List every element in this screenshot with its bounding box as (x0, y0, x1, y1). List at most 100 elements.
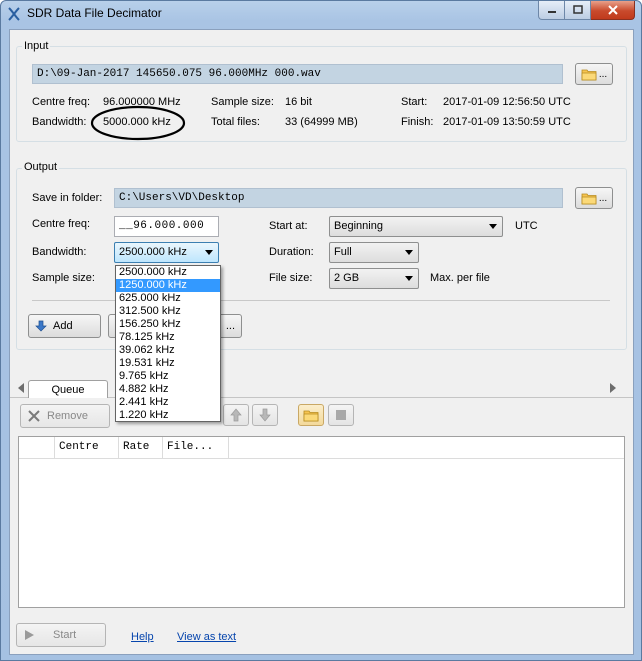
save-folder-label: Save in folder: (32, 192, 103, 204)
input-start-label: Start: (401, 96, 428, 108)
chevron-down-icon (205, 250, 213, 255)
max-per-file-label: Max. per file (430, 272, 490, 284)
chevron-down-icon (489, 224, 497, 229)
stop-icon (336, 410, 346, 420)
column-header[interactable] (19, 437, 55, 459)
input-sample-size-label: Sample size: (211, 96, 274, 108)
remove-icon (28, 410, 40, 422)
minimize-button[interactable] (538, 1, 565, 20)
close-icon (607, 5, 618, 15)
input-bandwidth-label: Bandwidth: (32, 116, 87, 128)
input-finish-label: Finish: (401, 116, 434, 128)
bandwidth-option[interactable]: 156.250 kHz (116, 318, 220, 331)
input-browse-button[interactable]: ... (575, 63, 613, 85)
folder-icon (581, 69, 597, 80)
output-centre-freq-label: Centre freq: (32, 218, 91, 230)
input-browse-label: ... (598, 68, 608, 80)
close-button[interactable] (591, 1, 635, 20)
utc-label: UTC (515, 220, 538, 232)
output-sample-size-label: Sample size: (32, 272, 95, 284)
tab-strip: Queue (10, 378, 633, 399)
bandwidth-option[interactable]: 9.765 kHz (116, 370, 220, 383)
output-group-title: Output (22, 161, 60, 173)
stop-button[interactable] (328, 404, 354, 426)
bandwidth-option[interactable]: 1250.000 kHz (116, 279, 220, 292)
arrow-down-icon (35, 320, 47, 332)
bandwidth-option[interactable]: 19.531 kHz (116, 357, 220, 370)
start-at-value: Beginning (334, 220, 383, 232)
chevron-down-icon (405, 250, 413, 255)
remove-button-label: Remove (47, 410, 88, 422)
move-up-button[interactable] (223, 404, 249, 426)
minimize-icon (547, 11, 556, 13)
add-button-label: Add (53, 320, 73, 332)
title-bar[interactable]: SDR Data File Decimator (1, 1, 641, 27)
arrow-up-icon (230, 408, 242, 422)
queue-toolbar: Remove (10, 398, 633, 432)
bandwidth-option[interactable]: 312.500 kHz (116, 305, 220, 318)
move-down-button[interactable] (252, 404, 278, 426)
output-centre-freq-input[interactable]: __96.000.000 (114, 216, 219, 237)
file-size-select[interactable]: 2 GB (329, 268, 419, 289)
input-centre-freq-label: Centre freq: (32, 96, 91, 108)
hidden-action-label: ... (225, 320, 235, 332)
output-browse-label: ... (598, 192, 608, 204)
column-header-centre[interactable]: Centre (55, 437, 119, 459)
queue-table[interactable]: Centre Rate File... (18, 436, 625, 608)
file-size-value: 2 GB (334, 272, 360, 284)
start-button[interactable]: Start (16, 623, 106, 647)
folder-icon (581, 193, 597, 204)
help-link[interactable]: Help (131, 631, 154, 643)
column-header-rate[interactable]: Rate (119, 437, 163, 459)
bandwidth-option[interactable]: 2500.000 kHz (116, 266, 220, 279)
add-button[interactable]: Add (28, 314, 101, 338)
start-button-label: Start (53, 629, 77, 641)
bandwidth-option[interactable]: 625.000 kHz (116, 292, 220, 305)
output-bandwidth-select[interactable]: 2500.000 kHz (114, 242, 219, 263)
chevron-down-icon (405, 276, 413, 281)
client-area: Input D:\09-Jan-2017 145650.075 96.000MH… (9, 29, 634, 655)
input-file-path: D:\09-Jan-2017 145650.075 96.000MHz 000.… (32, 64, 563, 84)
duration-value: Full (334, 246, 352, 258)
tab-queue-label: Queue (51, 384, 85, 396)
file-size-label: File size: (269, 272, 313, 284)
window-controls (538, 1, 635, 21)
input-total-files-value: 33 (64999 MB) (285, 116, 358, 128)
input-total-files-label: Total files: (211, 116, 260, 128)
tab-queue[interactable]: Queue (28, 380, 108, 399)
open-folder-button[interactable] (298, 404, 324, 426)
tab-scroll-right-icon[interactable] (610, 383, 616, 393)
remove-button[interactable]: Remove (20, 404, 110, 428)
bandwidth-option[interactable]: 4.882 kHz (116, 383, 220, 396)
hand-drawn-circle-annotation (90, 105, 186, 141)
output-browse-button[interactable]: ... (575, 187, 613, 209)
bandwidth-option[interactable]: 39.062 kHz (116, 344, 220, 357)
output-bandwidth-label: Bandwidth: (32, 246, 87, 258)
arrow-down-icon (259, 408, 271, 422)
save-folder-path: C:\Users\VD\Desktop (114, 188, 563, 208)
play-icon (25, 630, 34, 640)
bandwidth-option[interactable]: 78.125 kHz (116, 331, 220, 344)
input-sample-size-value: 16 bit (285, 96, 312, 108)
duration-select[interactable]: Full (329, 242, 419, 263)
input-start-value: 2017-01-09 12:56:50 UTC (443, 96, 571, 108)
bandwidth-dropdown-list[interactable]: 2500.000 kHz 1250.000 kHz 625.000 kHz 312.5… (115, 265, 221, 422)
window-title: SDR Data File Decimator (27, 6, 162, 20)
app-window: SDR Data File Decimator Input D:\09-Jan-… (0, 0, 642, 661)
output-bandwidth-value: 2500.000 kHz (119, 246, 187, 258)
tab-scroll-left-icon[interactable] (18, 383, 24, 393)
column-header-file[interactable]: File... (163, 437, 229, 459)
bandwidth-option[interactable]: 1.220 kHz (116, 409, 220, 422)
start-at-label: Start at: (269, 220, 308, 232)
view-as-text-link[interactable]: View as text (177, 631, 236, 643)
app-icon (8, 7, 20, 21)
queue-table-header: Centre Rate File... (19, 437, 624, 459)
folder-icon (303, 410, 319, 421)
duration-label: Duration: (269, 246, 314, 258)
bandwidth-option[interactable]: 2.441 kHz (116, 396, 220, 409)
input-finish-value: 2017-01-09 13:50:59 UTC (443, 116, 571, 128)
input-group-title: Input (22, 40, 51, 52)
maximize-icon (572, 5, 583, 14)
maximize-button[interactable] (565, 1, 591, 20)
start-at-select[interactable]: Beginning (329, 216, 503, 237)
